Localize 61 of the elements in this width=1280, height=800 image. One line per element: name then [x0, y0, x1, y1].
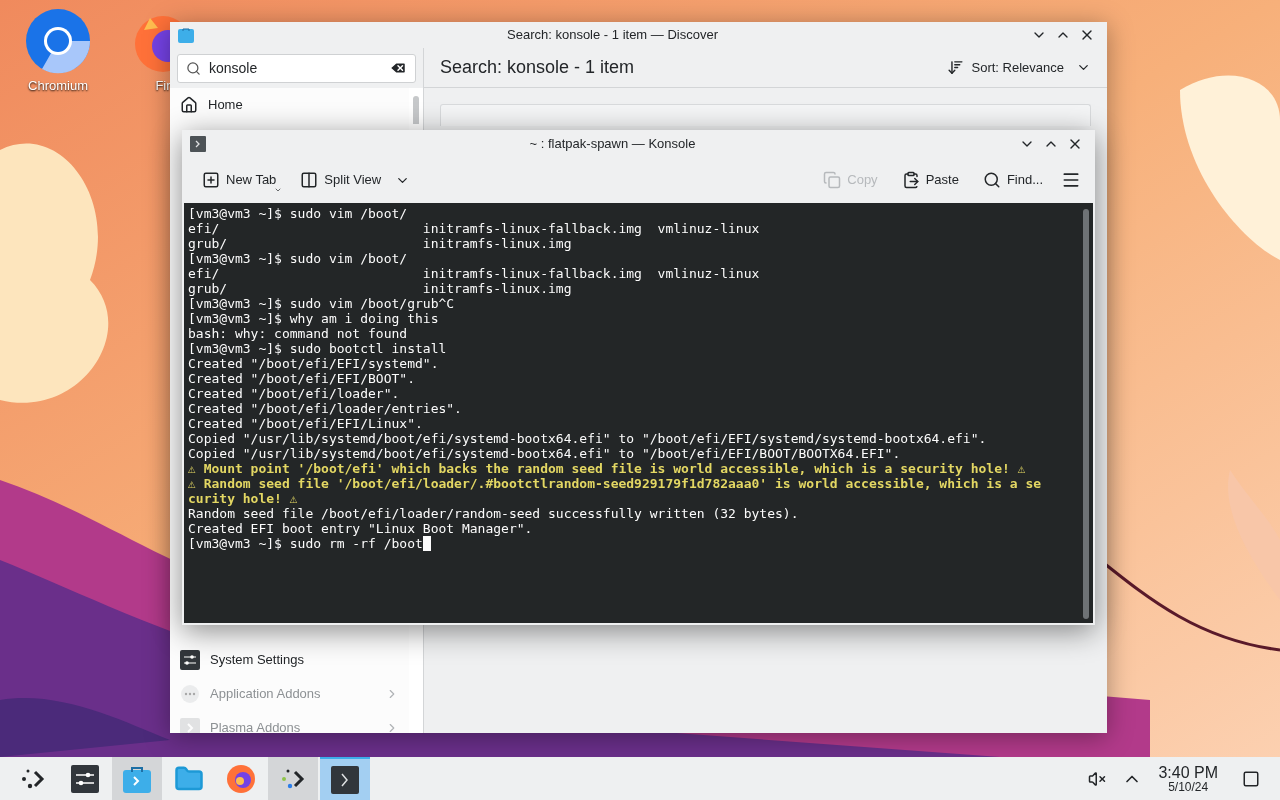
page-heading: Search: konsole - 1 item	[440, 56, 636, 79]
terminal-line: grub/ initramfs-linux.img	[188, 236, 572, 251]
toolbar-button[interactable]: Paste	[895, 166, 965, 194]
toolbar-button[interactable]: Split View	[294, 166, 417, 194]
terminal-line: Created "/boot/efi/loader".	[188, 386, 400, 401]
terminal-line: Copied "/usr/lib/systemd/boot/efi/systemd-bootx64.efi" to "/boot/efi/EFI/systemd/systemd-bootx64.efi".	[188, 431, 987, 446]
store-bag-icon	[123, 764, 151, 793]
terminal-line: Created "/boot/efi/loader/entries".	[188, 401, 462, 416]
terminal-line: [vm3@vm3 ~]$ sudo bootctl install	[188, 341, 447, 356]
search-field[interactable]: konsole	[177, 53, 416, 83]
muted-speaker-icon[interactable]	[1088, 769, 1107, 788]
sliders-icon	[71, 764, 99, 793]
terminal-line: efi/ initramfs-linux-fallback.img vmlinuz-linux	[188, 221, 760, 236]
terminal-line: Random seed file /boot/efi/loader/random-seed successfully written (32 bytes).	[188, 506, 799, 521]
terminal-line: bash: why: command not found	[188, 326, 408, 341]
terminal-line: curity hole! ⚠	[188, 491, 298, 506]
sort-icon	[946, 59, 964, 76]
sidebar-item[interactable]: Home	[170, 88, 409, 122]
menu-icon[interactable]	[1061, 170, 1081, 190]
terminal-line: [vm3@vm3 ~]$ sudo vim /boot/grub^C	[188, 296, 455, 311]
scrollbar[interactable]	[413, 96, 419, 124]
scrollbar[interactable]	[1083, 209, 1089, 619]
new-tab-icon	[202, 171, 220, 189]
terminal-line: grub/ initramfs-linux.img	[188, 281, 572, 296]
task-button[interactable]	[320, 757, 370, 800]
terminal-line: Copied "/usr/lib/systemd/boot/efi/systemd-bootx64.efi" to "/boot/efi/EFI/BOOT/BOOTX64.EFI".	[188, 446, 901, 461]
copy-icon	[823, 171, 842, 189]
terminal-line: Created "/boot/efi/EFI/BOOT".	[188, 371, 415, 386]
firefox-icon	[226, 763, 256, 794]
terminal-line: efi/ initramfs-linux-fallback.img vmlinuz-linux	[188, 266, 760, 281]
terminal-line: [vm3@vm3 ~]$ sudo rm -rf /boot	[188, 536, 423, 551]
search-icon	[982, 171, 1001, 189]
plasma-icon	[180, 718, 200, 733]
terminal[interactable]	[184, 203, 1093, 623]
dots-icon	[180, 684, 200, 704]
terminal-line: [vm3@vm3 ~]$ sudo vim /boot/	[188, 251, 408, 266]
toolbar-button[interactable]: New Tab	[196, 166, 283, 194]
home-icon	[180, 96, 198, 114]
show-desktop-icon[interactable]	[1242, 769, 1260, 788]
search-icon	[186, 60, 201, 76]
terminal-line: ⚠ Mount point '/boot/efi' which backs the random seed file is world accessible, which is a security hole! ⚠	[188, 461, 1026, 476]
chromium-icon	[25, 8, 91, 74]
terminal-line: [vm3@vm3 ~]$ sudo vim /boot/	[188, 206, 408, 221]
terminal-line: [vm3@vm3 ~]$ why am i doing this	[188, 311, 439, 326]
terminal-line: Created "/boot/efi/EFI/Linux".	[188, 416, 423, 431]
window-title: Search: konsole - 1 item — Discover	[506, 26, 719, 45]
terminal-line: ⚠ Random seed file '/boot/efi/loader/.#bootctlrandom-seed929179f1d782aaa0' is world accessible, which is a se	[188, 476, 1042, 491]
store-bag-icon	[178, 27, 194, 43]
task-button[interactable]	[268, 757, 318, 800]
terminal-line: Created "/boot/efi/EFI/systemd".	[188, 356, 439, 371]
split-view-icon	[300, 171, 319, 189]
sort-dropdown[interactable]: Sort: Relevance	[946, 57, 1091, 78]
clipboard-icon	[901, 171, 920, 189]
terminal-icon	[190, 135, 206, 152]
terminal-line: Created EFI boot entry "Linux Boot Manager".	[188, 521, 533, 536]
clock[interactable]: 3:40 PM 5/10/24	[1158, 764, 1218, 793]
window-title: ~ : flatpak-spawn — Konsole	[528, 134, 697, 153]
terminal-icon	[331, 765, 359, 794]
sliders-icon	[180, 650, 200, 670]
sidebar-item[interactable]: System Settings	[170, 643, 409, 677]
toolbar-button[interactable]: Find...	[976, 166, 1049, 194]
